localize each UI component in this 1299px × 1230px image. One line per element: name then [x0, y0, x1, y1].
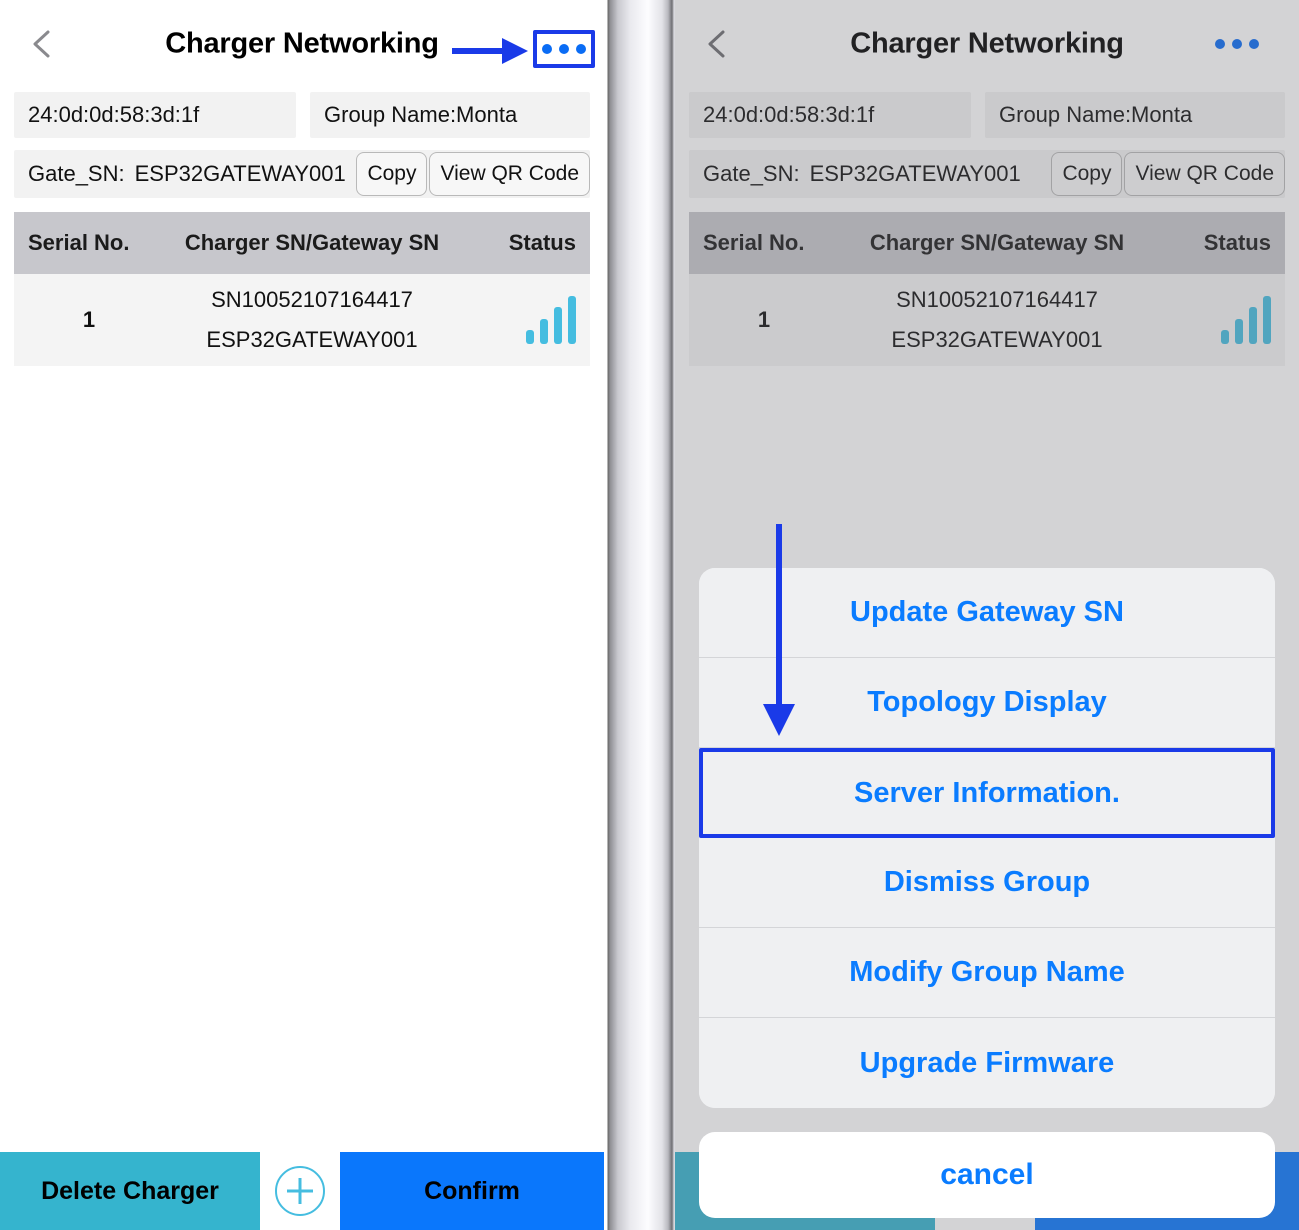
charger-table: Serial No. Charger SN/Gateway SN Status …: [689, 212, 1285, 366]
view-qr-code-button[interactable]: View QR Code: [429, 152, 590, 196]
group-name-field[interactable]: Group Name:Monta: [985, 92, 1285, 138]
action-sheet-cancel-button[interactable]: cancel: [699, 1132, 1275, 1218]
panel-divider: [604, 0, 675, 1230]
mac-address-field[interactable]: 24:0d:0d:58:3d:1f: [689, 92, 971, 138]
ellipsis-dot: [1232, 39, 1242, 49]
table-row[interactable]: 1 SN10052107164417 ESP32GATEWAY001: [14, 274, 590, 366]
ellipsis-dot: [1249, 39, 1259, 49]
group-name-field[interactable]: Group Name:Monta: [310, 92, 590, 138]
action-sheet-item-dismiss-group[interactable]: Dismiss Group: [699, 838, 1275, 928]
plus-circle-icon[interactable]: [275, 1166, 325, 1216]
more-options-button[interactable]: [1207, 33, 1267, 55]
ellipsis-dot: [559, 44, 569, 54]
cell-charger-sn: SN10052107164417 ESP32GATEWAY001: [839, 287, 1155, 353]
signal-bar: [1221, 330, 1229, 344]
column-header-serial-no: Serial No.: [703, 230, 805, 255]
signal-bar: [526, 330, 534, 344]
bottom-action-bar-left: Delete Charger Confirm: [0, 1152, 604, 1230]
column-header-serial-no: Serial No.: [28, 230, 130, 255]
arrow-right-annotation: [452, 34, 530, 73]
table-header-row: Serial No. Charger SN/Gateway SN Status: [689, 212, 1285, 274]
gateway-sn-value: ESP32GATEWAY001: [206, 327, 418, 352]
cell-serial-no: 1: [82, 307, 96, 332]
gate-sn-value: ESP32GATEWAY001: [134, 161, 346, 186]
navigation-bar-right: Charger Networking: [675, 0, 1299, 88]
more-options-button[interactable]: [542, 44, 586, 54]
device-info-row: 24:0d:0d:58:3d:1f Group Name:Monta: [0, 92, 604, 138]
confirm-button[interactable]: Confirm: [340, 1152, 604, 1230]
page-title: Charger Networking: [850, 27, 1124, 60]
cell-status: [1155, 296, 1285, 344]
gate-sn-label: Gate_SN:: [28, 161, 125, 186]
charger-table: Serial No. Charger SN/Gateway SN Status …: [14, 212, 590, 366]
table-row[interactable]: 1 SN10052107164417 ESP32GATEWAY001: [689, 274, 1285, 366]
table-header-row: Serial No. Charger SN/Gateway SN Status: [14, 212, 590, 274]
column-header-charger-sn: Charger SN/Gateway SN: [184, 230, 440, 255]
signal-bar: [554, 307, 562, 344]
gateway-sn-value: ESP32GATEWAY001: [891, 327, 1103, 352]
signal-bars-icon: [1155, 296, 1271, 344]
gate-sn-label: Gate_SN:: [703, 161, 800, 186]
action-sheet-item-upgrade-firmware[interactable]: Upgrade Firmware: [699, 1018, 1275, 1108]
charger-sn-value: SN10052107164417: [211, 287, 413, 312]
copy-button[interactable]: Copy: [1051, 152, 1123, 196]
ellipsis-dot: [1215, 39, 1225, 49]
signal-bar: [568, 296, 576, 344]
copy-button[interactable]: Copy: [356, 152, 428, 196]
gateway-sn-row: Gate_SN: ESP32GATEWAY001 Copy View QR Co…: [689, 150, 1285, 198]
action-sheet-item-server-information[interactable]: Server Information.: [699, 748, 1275, 838]
phone-screen-left: Charger Networking 24:0d:0d:58:3d:1f Gro…: [0, 0, 604, 1230]
gate-sn-value: ESP32GATEWAY001: [809, 161, 1021, 186]
ellipsis-dot: [576, 44, 586, 54]
add-charger-area: [260, 1152, 340, 1230]
cell-serial-no: 1: [757, 307, 771, 332]
signal-bar: [540, 319, 548, 344]
column-header-charger-sn: Charger SN/Gateway SN: [869, 230, 1125, 255]
action-sheet-item-modify-group-name[interactable]: Modify Group Name: [699, 928, 1275, 1018]
charger-sn-value: SN10052107164417: [896, 287, 1098, 312]
signal-bar: [1249, 307, 1257, 344]
cell-status: [460, 296, 590, 344]
signal-bars-icon: [460, 296, 576, 344]
view-qr-code-button[interactable]: View QR Code: [1124, 152, 1285, 196]
signal-bar: [1263, 296, 1271, 344]
screenshot-root: Charger Networking 24:0d:0d:58:3d:1f Gro…: [0, 0, 1299, 1230]
mac-address-field[interactable]: 24:0d:0d:58:3d:1f: [14, 92, 296, 138]
cell-charger-sn: SN10052107164417 ESP32GATEWAY001: [164, 287, 460, 353]
device-info-row: 24:0d:0d:58:3d:1f Group Name:Monta: [675, 92, 1299, 138]
arrow-down-annotation: [758, 524, 800, 745]
column-header-status: Status: [1203, 230, 1271, 255]
more-button-highlight: [533, 30, 595, 68]
signal-bar: [1235, 319, 1243, 344]
navigation-bar-left: Charger Networking: [0, 0, 604, 88]
delete-charger-button[interactable]: Delete Charger: [0, 1152, 260, 1230]
ellipsis-dot: [542, 44, 552, 54]
gateway-sn-row: Gate_SN: ESP32GATEWAY001 Copy View QR Co…: [14, 150, 590, 198]
column-header-status: Status: [508, 230, 576, 255]
